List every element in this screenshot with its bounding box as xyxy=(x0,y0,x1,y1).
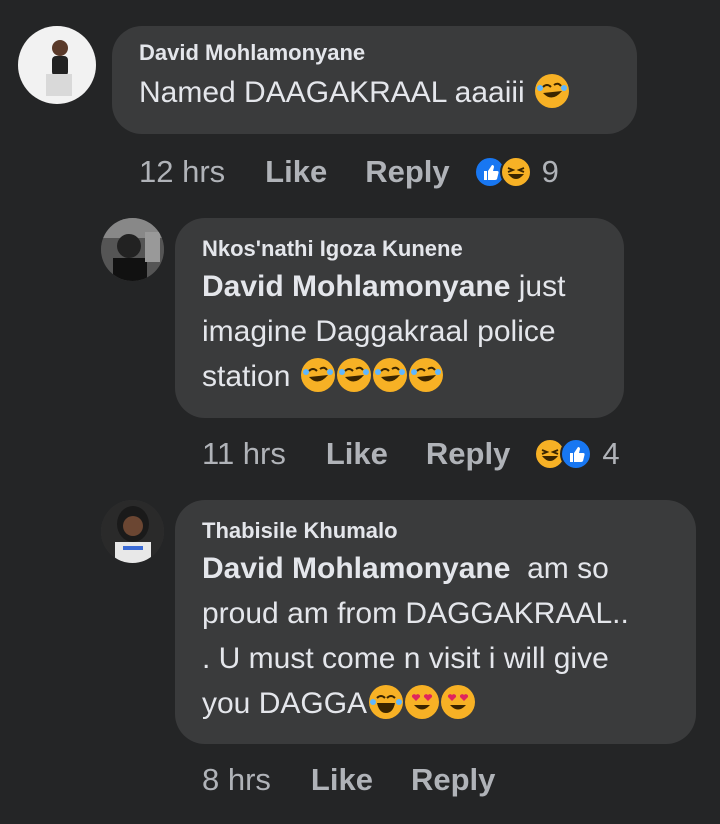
avatar[interactable] xyxy=(101,218,164,281)
comment-bubble: David Mohlamonyane Named DAAGAKRAAL aaai… xyxy=(112,26,637,134)
comment-meta: 12 hrs Like Reply 9 xyxy=(139,152,559,192)
avatar-photo xyxy=(18,26,96,104)
comment-time[interactable]: 12 hrs xyxy=(139,154,225,190)
tears-of-joy-emoji xyxy=(369,685,404,719)
heart-eyes-emoji xyxy=(441,685,476,719)
like-button[interactable]: Like xyxy=(265,154,327,190)
comment-body: David Mohlamonyane am so proud am from D… xyxy=(202,546,696,726)
comment-text: Named DAAGAKRAAL aaaiii xyxy=(139,76,525,109)
comment-text-line: . U must come n visit i will give xyxy=(202,642,609,675)
avatar[interactable] xyxy=(18,26,96,104)
reply-button[interactable]: Reply xyxy=(411,762,495,798)
comment-time[interactable]: 11 hrs xyxy=(202,436,286,472)
reaction-count: 9 xyxy=(541,154,559,189)
comment-bubble: Nkos'nathi Igoza Kunene David Mohlamonya… xyxy=(175,218,624,418)
mention-link[interactable]: David Mohlamonyane xyxy=(202,552,510,585)
comment-author[interactable]: Thabisile Khumalo xyxy=(202,518,696,544)
like-button[interactable]: Like xyxy=(326,436,388,472)
haha-reaction-icon xyxy=(499,156,532,188)
comment-body: Named DAAGAKRAAL aaaiii xyxy=(139,70,637,115)
mention-link[interactable]: David Mohlamonyane xyxy=(202,270,510,303)
comment-text-line: you DAGGA xyxy=(202,687,368,720)
comment-text-line: just xyxy=(510,270,566,303)
like-reaction-icon xyxy=(560,438,593,470)
comment-meta: 11 hrs Like Reply 4 xyxy=(202,434,620,474)
avatar-photo xyxy=(101,218,164,281)
comment-bubble: Thabisile Khumalo David Mohlamonyane am … xyxy=(175,500,696,744)
rolling-laughing-emoji xyxy=(535,74,570,108)
rolling-laughing-emoji xyxy=(408,358,443,392)
reaction-count: 4 xyxy=(602,436,620,471)
comment-text-line: imagine Daggakraal police xyxy=(202,315,556,348)
comment-time[interactable]: 8 hrs xyxy=(202,762,271,798)
reaction-summary[interactable]: 9 xyxy=(473,154,559,190)
comment-text-line: station xyxy=(202,360,291,393)
avatar-photo xyxy=(101,500,164,563)
comment-text-line: am so xyxy=(510,552,609,585)
heart-eyes-emoji xyxy=(405,685,440,719)
reply-button[interactable]: Reply xyxy=(365,154,449,190)
rolling-laughing-emoji xyxy=(336,358,371,392)
rolling-laughing-emoji xyxy=(372,358,407,392)
comment-meta: 8 hrs Like Reply xyxy=(202,760,495,800)
avatar[interactable] xyxy=(101,500,164,563)
like-button[interactable]: Like xyxy=(311,762,373,798)
rolling-laughing-emoji xyxy=(300,358,335,392)
reply-button[interactable]: Reply xyxy=(426,436,510,472)
comment-author[interactable]: David Mohlamonyane xyxy=(139,40,637,66)
reaction-summary[interactable]: 4 xyxy=(534,436,620,472)
comment-author[interactable]: Nkos'nathi Igoza Kunene xyxy=(202,236,624,262)
comment-body: David Mohlamonyane just imagine Daggakra… xyxy=(202,264,624,399)
comment-text-line: proud am from DAGGAKRAAL.. xyxy=(202,597,629,630)
